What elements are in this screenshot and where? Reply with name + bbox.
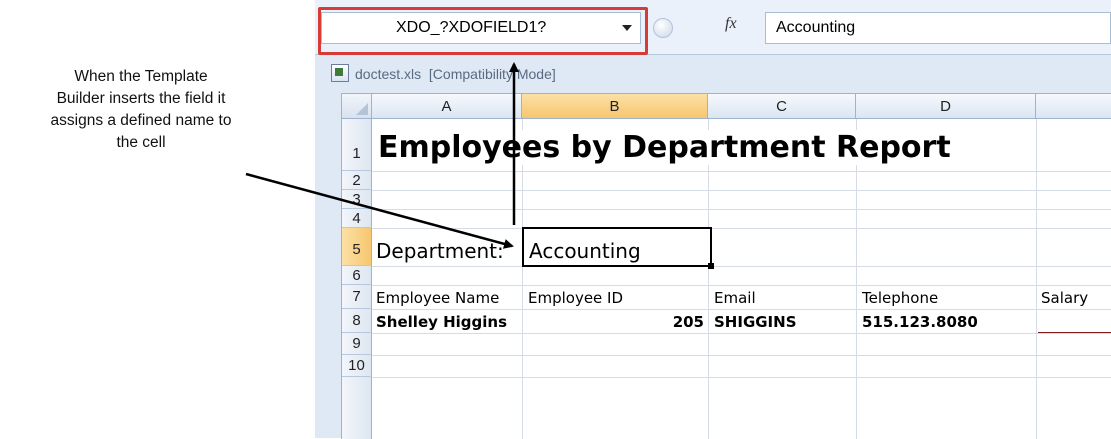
annotation-arrows [245,62,519,249]
arrow-to-cell [245,172,514,249]
